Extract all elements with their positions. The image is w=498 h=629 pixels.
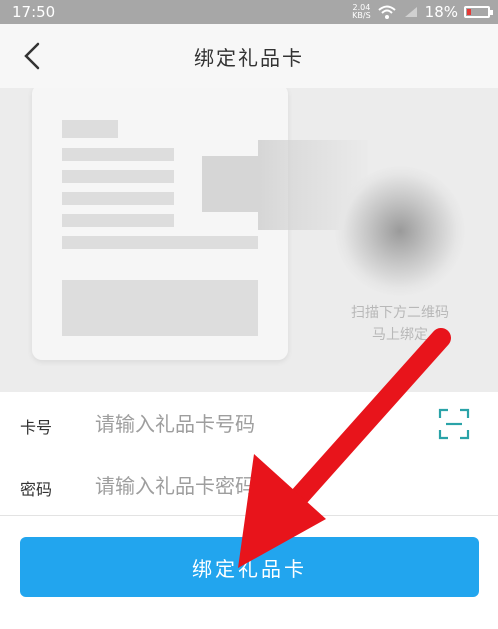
status-time: 17:50	[12, 3, 56, 21]
page-title: 绑定礼品卡	[194, 46, 304, 70]
signal-icon	[404, 7, 417, 17]
status-bar: 17:50 2.04 KB/S 18%	[0, 0, 498, 24]
card-number-label: 卡号	[20, 418, 53, 437]
illustration-card	[32, 88, 288, 360]
bind-gift-card-button[interactable]: 绑定礼品卡	[20, 537, 479, 597]
password-label: 密码	[20, 480, 53, 499]
wifi-icon	[377, 5, 396, 19]
form-divider	[0, 515, 498, 516]
scan-hint-line1: 扫描下方二维码	[351, 305, 449, 321]
qr-code-graphic	[202, 156, 258, 212]
battery-percent: 18%	[424, 3, 458, 21]
gift-card-form: 卡号 密码	[0, 392, 498, 514]
card-number-row: 卡号	[0, 394, 498, 454]
password-input[interactable]	[95, 470, 415, 502]
card-number-input[interactable]	[95, 408, 415, 440]
network-speed: 2.04 KB/S	[352, 4, 371, 20]
scan-hint-line2: 马上绑定	[372, 327, 428, 343]
password-row: 密码	[0, 456, 498, 516]
scan-icon[interactable]	[438, 408, 470, 440]
battery-icon	[464, 6, 493, 18]
scanner-lens	[335, 166, 465, 296]
navigation-bar: 绑定礼品卡	[0, 24, 498, 88]
status-right: 2.04 KB/S 18%	[352, 3, 493, 21]
network-speed-unit: KB/S	[352, 11, 371, 20]
scan-illustration: 扫描下方二维码 马上绑定	[0, 88, 498, 392]
